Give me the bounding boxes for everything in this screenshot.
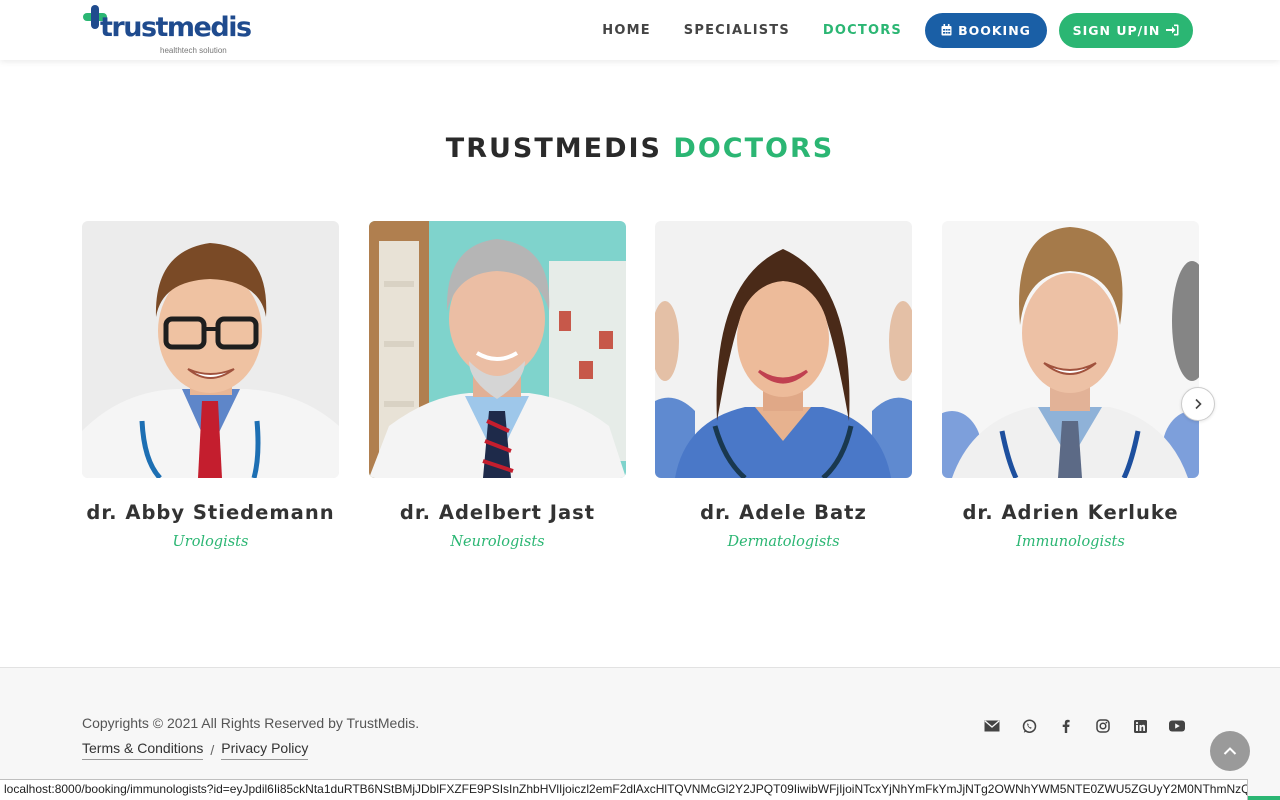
copyright-text: Copyrights © 2021 All Rights Reserved by…	[82, 715, 420, 731]
booking-label: BOOKING	[958, 22, 1031, 38]
facebook-icon[interactable]	[1057, 717, 1075, 735]
booking-button[interactable]: BOOKING	[925, 12, 1047, 48]
youtube-icon[interactable]	[1168, 717, 1186, 735]
chevron-right-icon	[1195, 398, 1202, 410]
footer-links: Terms & Conditions / Privacy Policy	[82, 740, 309, 760]
calendar-icon	[941, 24, 952, 36]
doctor-card[interactable]: dr. Adelbert Jast Neurologists	[369, 221, 626, 550]
accent-strip	[1248, 796, 1280, 800]
doctor-name[interactable]: dr. Abby Stiedemann	[82, 501, 339, 524]
doctor-card[interactable]: dr. Abby Stiedemann Urologists	[82, 221, 339, 550]
envelope-icon[interactable]	[983, 717, 1001, 735]
instagram-icon[interactable]	[1094, 717, 1112, 735]
back-to-top-button[interactable]	[1210, 731, 1250, 771]
linkedin-icon[interactable]	[1131, 717, 1149, 735]
sign-up-in-label: SIGN UP/IN	[1072, 22, 1161, 38]
doctor-specialty: Neurologists	[450, 534, 545, 550]
main-nav: HOME SPECIALISTS DOCTORS BOOKING SIGN UP…	[569, 0, 1193, 60]
doctor-card[interactable]: dr. Adele Batz Dermatologists	[655, 221, 912, 550]
doctor-photo	[369, 221, 626, 478]
doctor-name[interactable]: dr. Adele Batz	[655, 501, 912, 524]
doctor-specialty: Immunologists	[1016, 534, 1125, 550]
chevron-up-icon	[1223, 747, 1237, 755]
nav-home[interactable]: HOME	[602, 23, 651, 38]
social-links	[983, 717, 1205, 735]
footer-separator: /	[210, 742, 215, 758]
carousel-next-button[interactable]	[1181, 387, 1215, 421]
doctor-specialty: Urologists	[172, 534, 249, 550]
trustmedis-logo[interactable]: trustmedis healthtech solution	[82, 4, 252, 56]
nav-specialists[interactable]: SPECIALISTS	[684, 23, 790, 38]
whatsapp-icon[interactable]	[1020, 717, 1038, 735]
section-title: TRUSTMEDIS DOCTORS	[0, 133, 1280, 164]
doctor-specialty: Dermatologists	[727, 534, 840, 550]
doctor-photo	[942, 221, 1199, 478]
brand-name: trustmedis	[100, 12, 252, 43]
doctor-name[interactable]: dr. Adelbert Jast	[369, 501, 626, 524]
section-title-main: TRUSTMEDIS	[445, 133, 662, 164]
section-title-accent: DOCTORS	[673, 133, 835, 164]
sign-in-icon	[1166, 24, 1179, 36]
nav-doctors[interactable]: DOCTORS	[823, 23, 902, 38]
doctor-name[interactable]: dr. Adrien Kerluke	[942, 501, 1199, 524]
brand-tagline: healthtech solution	[160, 46, 227, 55]
link-preview-statusbar: localhost:8000/booking/immunologists?id=…	[0, 779, 1248, 800]
privacy-link[interactable]: Privacy Policy	[221, 740, 309, 760]
site-header: trustmedis healthtech solution HOME SPEC…	[0, 0, 1280, 60]
doctor-photo	[655, 221, 912, 478]
doctor-card[interactable]: dr. Adrien Kerluke Immunologists	[942, 221, 1199, 550]
terms-link[interactable]: Terms & Conditions	[82, 740, 204, 760]
doctor-photo	[82, 221, 339, 478]
sign-up-in-button[interactable]: SIGN UP/IN	[1059, 12, 1193, 48]
